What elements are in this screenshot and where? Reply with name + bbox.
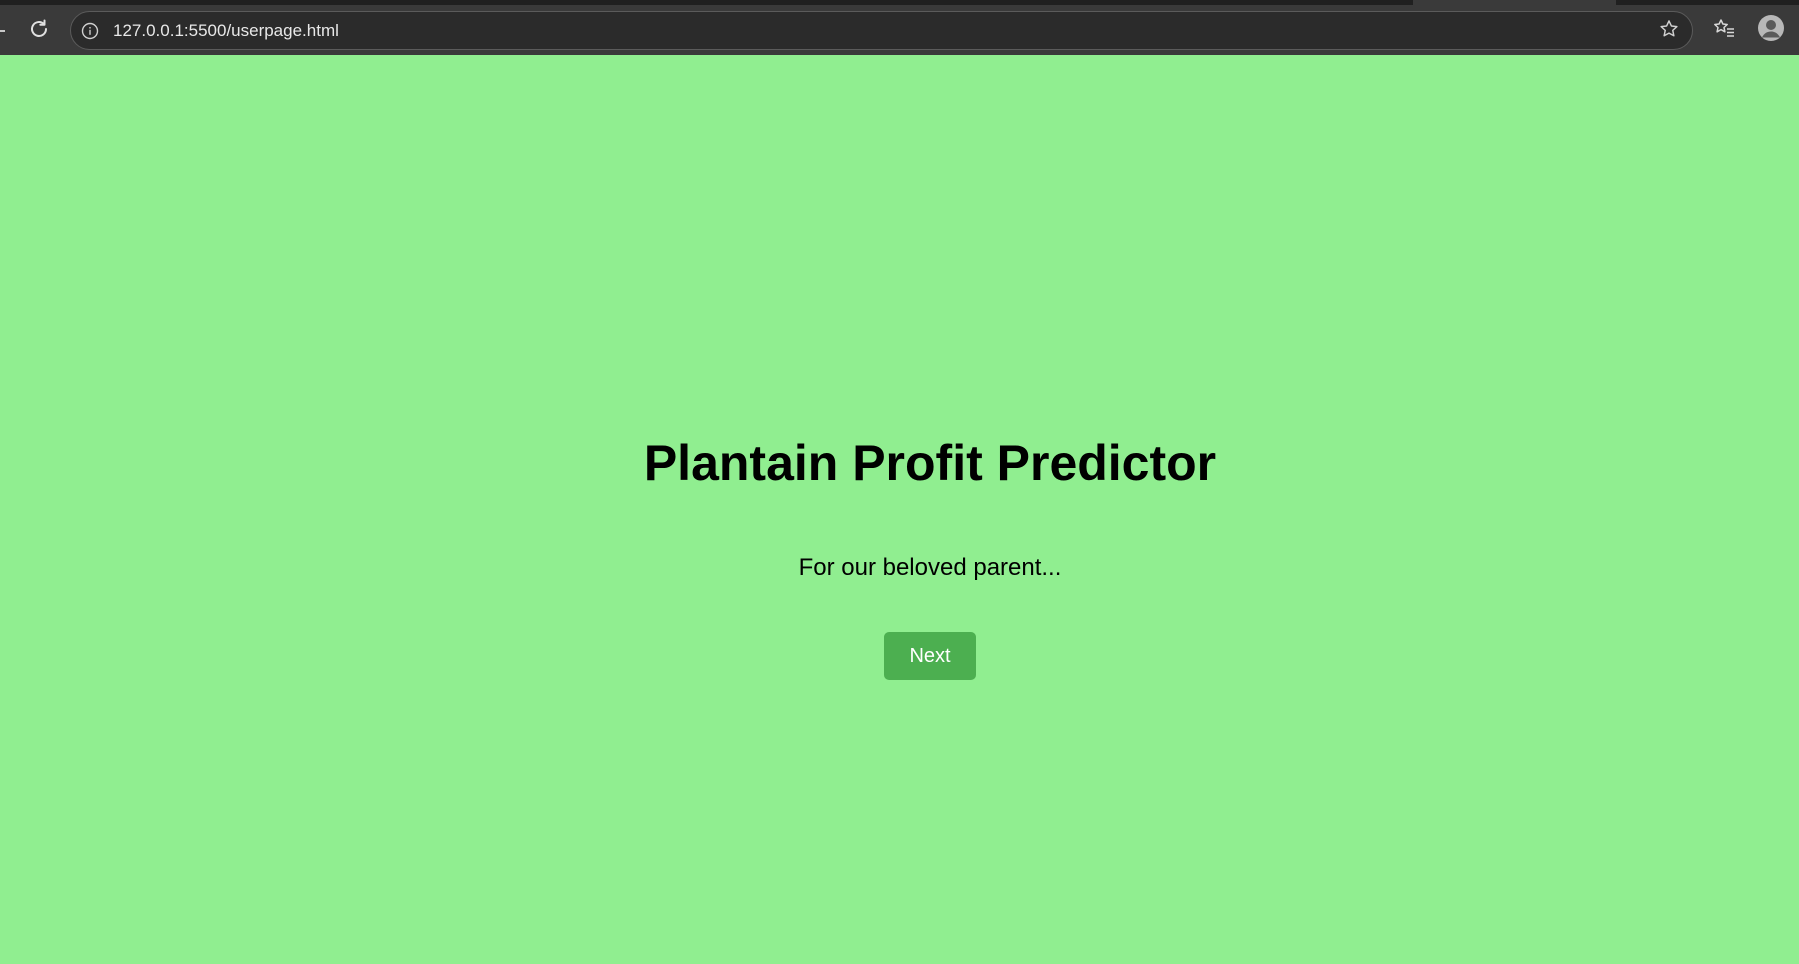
browser-toolbar: 127.0.0.1:5500/userpage.html <box>0 0 1799 55</box>
favorites-icon <box>1712 16 1736 45</box>
next-button[interactable]: Next <box>884 632 976 680</box>
bookmark-star-button[interactable] <box>1656 19 1682 43</box>
active-tab[interactable] <box>1413 0 1616 5</box>
reload-icon <box>27 17 51 46</box>
profile-button[interactable] <box>1756 14 1786 47</box>
page-title: Plantain Profit Predictor <box>643 435 1217 491</box>
tab-strip <box>0 0 1799 5</box>
address-bar[interactable]: 127.0.0.1:5500/userpage.html <box>70 11 1693 50</box>
page-subtitle: For our beloved parent... <box>798 554 1062 581</box>
info-icon[interactable] <box>81 22 99 40</box>
star-icon <box>1658 18 1680 45</box>
favorites-button[interactable] <box>1711 17 1737 43</box>
url-text[interactable]: 127.0.0.1:5500/userpage.html <box>113 21 339 41</box>
profile-icon <box>1757 14 1785 47</box>
page-content: Plantain Profit Predictor For our belove… <box>0 55 1799 964</box>
back-icon[interactable] <box>0 30 5 32</box>
reload-button[interactable] <box>24 16 54 46</box>
